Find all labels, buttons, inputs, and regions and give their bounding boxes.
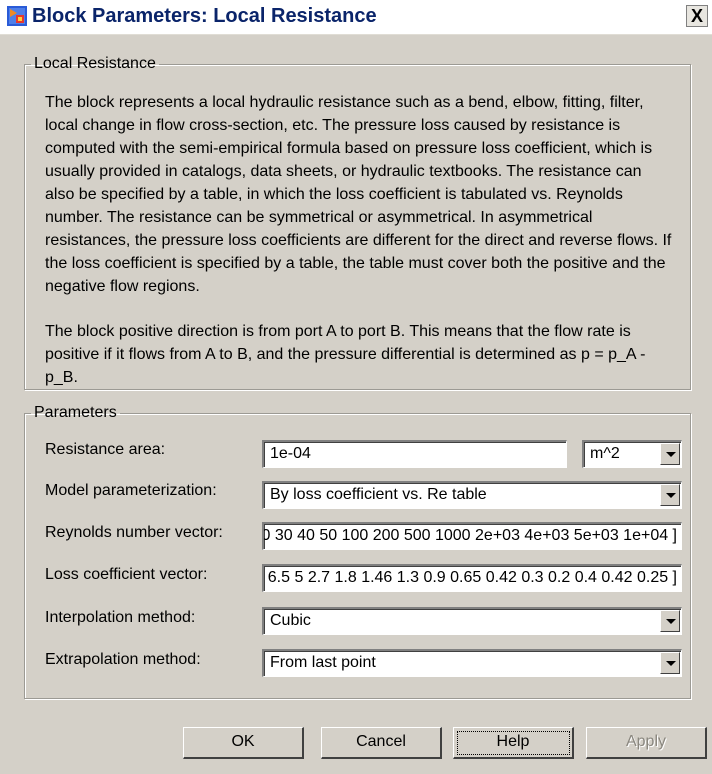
extrapolation-method-value: From last point <box>270 654 376 671</box>
resistance-area-label: Resistance area: <box>45 441 166 458</box>
ok-button[interactable]: OK <box>183 727 304 759</box>
apply-button[interactable]: Apply <box>586 727 707 759</box>
cancel-button[interactable]: Cancel <box>321 727 442 759</box>
resistance-area-unit-select[interactable]: m^2 <box>582 440 682 468</box>
close-button[interactable]: X <box>686 5 708 27</box>
description-group-label: Local Resistance <box>34 55 156 72</box>
description-paragraph-2: The block positive direction is from por… <box>45 323 646 386</box>
description-text: The block represents a local hydraulic r… <box>45 91 673 411</box>
description-group: Local Resistance The block represents a … <box>24 55 691 390</box>
chevron-down-icon[interactable] <box>660 652 680 674</box>
model-parameterization-select[interactable]: By loss coefficient vs. Re table <box>262 481 682 509</box>
resistance-area-unit-value: m^2 <box>590 445 620 462</box>
reynolds-vector-label: Reynolds number vector: <box>45 524 223 541</box>
simulink-block-icon <box>7 6 27 26</box>
loss-coefficient-vector-input[interactable]: [0.25 0.3 0.65 0.9 1.65 2.3 3.2 5 6.5 8 … <box>262 564 682 592</box>
extrapolation-method-select[interactable]: From last point <box>262 649 682 677</box>
title-bar[interactable]: Block Parameters: Local Resistance X <box>0 0 712 35</box>
interpolation-method-label: Interpolation method: <box>45 609 196 626</box>
model-parameterization-label: Model parameterization: <box>45 482 217 499</box>
extrapolation-method-label: Extrapolation method: <box>45 651 201 668</box>
help-button[interactable]: Help <box>453 727 574 759</box>
interpolation-method-value: Cubic <box>270 612 311 629</box>
loss-coefficient-vector-value: [0.25 0.3 0.65 0.9 1.65 2.3 3.2 5 6.5 8 … <box>264 569 677 586</box>
chevron-down-icon[interactable] <box>660 610 680 632</box>
window-title: Block Parameters: Local Resistance <box>32 5 377 27</box>
loss-coefficient-vector-label: Loss coefficient vector: <box>45 566 208 583</box>
resistance-area-input[interactable]: 1e-04 <box>262 440 567 468</box>
chevron-down-icon[interactable] <box>660 443 680 465</box>
reynolds-vector-value: [-4e+03 -3e+03 -2e+03 -1e+03 -500 -200 -… <box>262 527 677 544</box>
chevron-down-icon[interactable] <box>660 484 680 506</box>
description-paragraph-1: The block represents a local hydraulic r… <box>45 94 672 295</box>
close-icon: X <box>690 6 703 26</box>
parameters-group-label: Parameters <box>34 404 117 421</box>
reynolds-vector-input[interactable]: [-4e+03 -3e+03 -2e+03 -1e+03 -500 -200 -… <box>262 522 682 550</box>
model-parameterization-value: By loss coefficient vs. Re table <box>270 486 487 503</box>
interpolation-method-select[interactable]: Cubic <box>262 607 682 635</box>
